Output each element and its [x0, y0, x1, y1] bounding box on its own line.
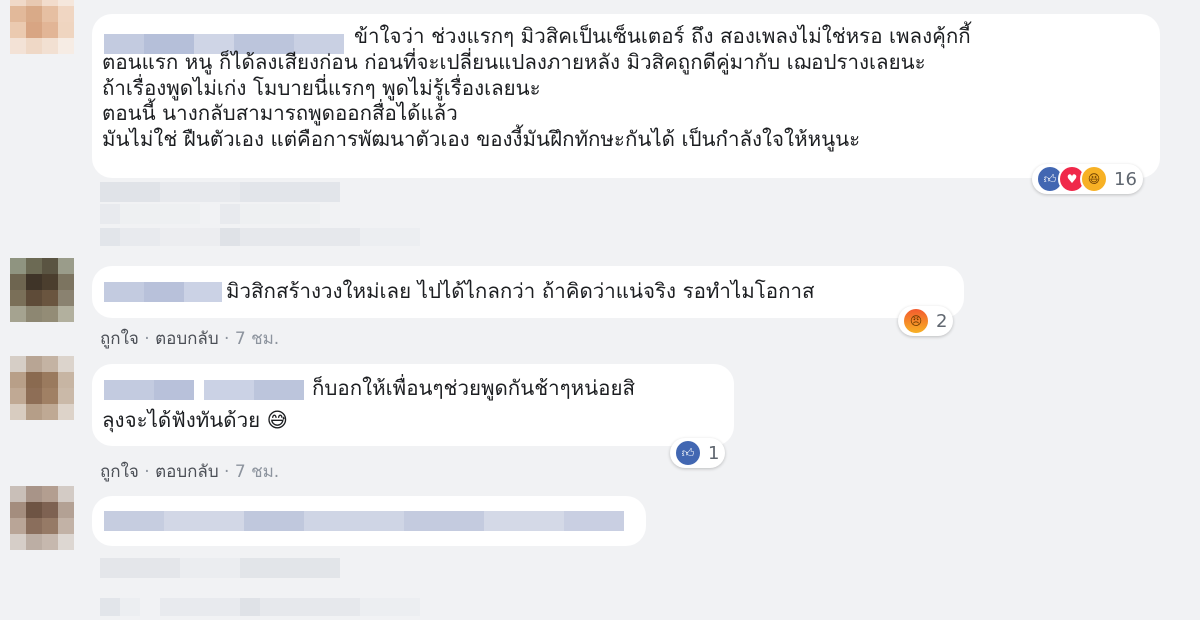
comment-text-line: ข้าใจว่า ช่วงแรกๆ มิวสิคเป็นเซ็นเตอร์ ถึ… [354, 24, 971, 48]
haha-icon: 😆︎ [1080, 165, 1108, 193]
avatar[interactable] [10, 486, 74, 550]
timestamp[interactable]: 7 ชม. [235, 462, 279, 482]
separator: · [138, 329, 156, 349]
comment-text-line: ถ้าเรื่องพูดไม่เก่ง โมบายนี่แรกๆ พูดไม่ร… [102, 75, 541, 100]
reaction-summary[interactable]: 😠︎ 2 [898, 306, 954, 336]
comment-text-line: ก็บอกให้เพื่อนๆช่วยพูดกันช้าๆหน่อยสิ [312, 376, 636, 400]
timestamp[interactable]: 7 ชม. [235, 329, 279, 349]
like-link[interactable]: ถูกใจ [100, 329, 139, 349]
comment-text-line: ตอนแรก หนู ก็ได้ลงเสียงก่อน ก่อนที่จะเปล… [102, 50, 926, 74]
reaction-summary[interactable]: 👍︎ 1 [670, 438, 726, 468]
comment-bubble-blurred [92, 496, 646, 546]
reaction-count: 1 [708, 442, 720, 464]
author-name-blurred[interactable] [104, 380, 304, 400]
comment-actions: ถูกใจ · ตอบกลับ · 7 ชม. [100, 325, 279, 352]
avatar[interactable] [10, 258, 74, 322]
comment-actions: ถูกใจ · ตอบกลับ · 7 ชม. [100, 458, 279, 485]
comment-text-line: มันไม่ใช่ ฝืนตัวเอง แต่คือการพัฒนาตัวเอง… [102, 126, 861, 151]
separator: · [218, 329, 235, 349]
author-name-blurred[interactable] [104, 282, 222, 302]
like-icon: 👍︎ [674, 439, 702, 467]
like-link[interactable]: ถูกใจ [100, 462, 139, 482]
separator: · [138, 462, 156, 482]
reaction-count: 16 [1114, 168, 1137, 190]
comment-text-line: ตอนนี้ นางกลับสามารถพูดออกสื่อได้แล้ว [102, 101, 458, 125]
angry-icon: 😠︎ [902, 307, 930, 335]
blurred-text [104, 511, 624, 531]
comment-bubble: ก็บอกให้เพื่อนๆช่วยพูดกันช้าๆหน่อยสิ ลุง… [92, 364, 734, 446]
reaction-count: 2 [936, 310, 948, 332]
reply-link[interactable]: ตอบกลับ [155, 329, 219, 349]
comment-bubble: มิวสิกสร้างวงใหม่เลย ไปได้ไกลกว่า ถ้าคิด… [92, 266, 964, 318]
comment-text-line: ลุงจะได้ฟังทันด้วย 😅 [102, 408, 288, 432]
reaction-summary[interactable]: 👍︎ ♥ 😆︎ 16 [1032, 164, 1143, 194]
separator: · [218, 462, 235, 482]
reply-link[interactable]: ตอบกลับ [155, 462, 219, 482]
comment-bubble: ข้าใจว่า ช่วงแรกๆ มิวสิคเป็นเซ็นเตอร์ ถึ… [92, 14, 1160, 178]
avatar[interactable] [10, 0, 74, 54]
avatar[interactable] [10, 356, 74, 420]
comment-text-line: มิวสิกสร้างวงใหม่เลย ไปได้ไกลกว่า ถ้าคิด… [226, 279, 815, 303]
